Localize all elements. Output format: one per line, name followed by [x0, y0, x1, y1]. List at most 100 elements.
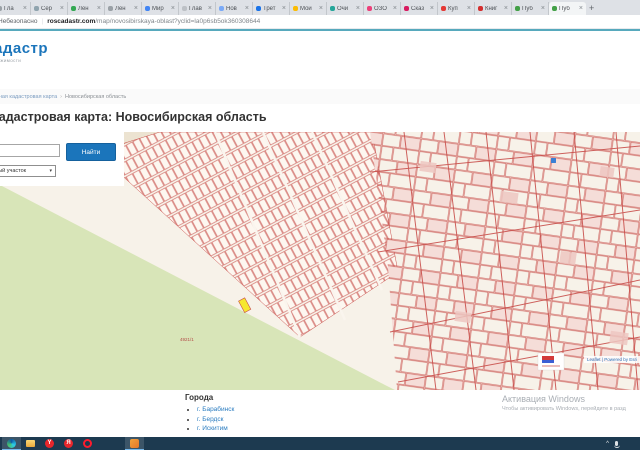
site-header: кадастр недвижимости — [0, 31, 640, 74]
microphone-icon[interactable] — [613, 441, 620, 448]
tab-close-icon[interactable]: × — [171, 5, 175, 12]
browser-tab[interactable]: Пуб × — [549, 2, 586, 15]
browser-tab[interactable]: Трет × — [253, 2, 290, 15]
tab-close-icon[interactable]: × — [356, 5, 360, 12]
search-button[interactable]: Найти — [66, 143, 116, 161]
tab-favicon — [108, 6, 113, 11]
tab-title: ОЗО — [374, 5, 387, 12]
cities-list: г. Барабинск г. Бердск г. Искитим — [185, 405, 234, 434]
tab-close-icon[interactable]: × — [134, 5, 138, 12]
browser-address-bar[interactable]: Небезопасно | roscadastr.com /map/novosi… — [0, 15, 640, 29]
tab-close-icon[interactable]: × — [430, 5, 434, 12]
tab-title: Куп — [448, 5, 458, 12]
tab-favicon — [0, 6, 2, 11]
tab-favicon — [330, 6, 335, 11]
tab-close-icon[interactable]: × — [208, 5, 212, 12]
windows-taskbar: Y Я ^ — [0, 437, 640, 450]
url-path: /map/novosibirskaya-oblast?yclid=la0p6sb… — [95, 18, 261, 25]
browser-tab[interactable]: Мир × — [142, 2, 179, 15]
photos-icon[interactable] — [125, 437, 144, 450]
tab-favicon — [515, 6, 520, 11]
field-parcel-label: 4921/1 — [180, 337, 194, 342]
tab-close-icon[interactable]: × — [579, 5, 583, 12]
tab-favicon — [478, 6, 483, 11]
tab-close-icon[interactable]: × — [245, 5, 249, 12]
urban-parcels-grid[interactable] — [370, 132, 640, 390]
tab-title: Пуб — [559, 5, 570, 12]
tab-favicon — [145, 6, 150, 11]
breadcrumb-separator-icon: › — [60, 93, 62, 100]
map-container[interactable]: 4921/1 ~ Найти Земельный участок ▾ Leafl… — [0, 132, 640, 390]
city-link[interactable]: г. Бердск — [197, 416, 223, 423]
show-hidden-icons-icon[interactable]: ^ — [606, 441, 609, 447]
map-attribution[interactable]: Leaflet | Powered by Esri — [584, 356, 640, 363]
tab-title: Гла — [4, 5, 14, 12]
tab-favicon — [293, 6, 298, 11]
watermark-title: Активация Windows — [502, 394, 585, 404]
browser-tab[interactable]: Очи × — [327, 2, 364, 15]
tab-favicon — [256, 6, 261, 11]
file-explorer-icon[interactable] — [21, 437, 40, 450]
security-status-label[interactable]: Небезопасно — [0, 18, 37, 25]
city-link[interactable]: г. Искитим — [197, 425, 228, 432]
tab-title: Трет — [263, 5, 276, 12]
breadcrumb-parent-link[interactable]: Публичная кадастровая карта — [0, 94, 57, 100]
browser-tab[interactable]: Лен × — [68, 2, 105, 15]
tab-close-icon[interactable]: × — [23, 5, 27, 12]
browser-tab[interactable]: Гла × — [0, 2, 31, 15]
tab-title: Сер — [41, 5, 53, 12]
tab-title: Очи — [337, 5, 349, 12]
search-input[interactable] — [0, 144, 60, 157]
tab-close-icon[interactable]: × — [97, 5, 101, 12]
browser-tab[interactable]: Глав × — [179, 2, 216, 15]
tab-close-icon[interactable]: × — [282, 5, 286, 12]
city-link[interactable]: г. Барабинск — [197, 406, 234, 413]
nav-tab-land-tax[interactable] — [0, 75, 12, 89]
tab-close-icon[interactable]: × — [393, 5, 397, 12]
title-row: Кадастровая карта: Новосибирская область — [0, 104, 640, 132]
tab-close-icon[interactable]: × — [541, 5, 545, 12]
poi-flag-card[interactable] — [537, 352, 565, 371]
poi-blue-marker[interactable] — [551, 158, 556, 163]
tab-title: Мои — [300, 5, 312, 12]
yandex-search-icon[interactable]: Y — [40, 437, 59, 450]
browser-tab[interactable]: Куп × — [438, 2, 475, 15]
site-nav — [0, 73, 640, 90]
tab-close-icon[interactable]: × — [60, 5, 64, 12]
tab-favicon — [404, 6, 409, 11]
yandex-browser-icon[interactable]: Я — [59, 437, 78, 450]
browser-tab[interactable]: Сказ × — [401, 2, 438, 15]
browser-tabs: Гла × Сер × Лен × Лен × Мир × Глав × Нов… — [0, 2, 586, 15]
edge-icon[interactable] — [2, 437, 21, 450]
tab-close-icon[interactable]: × — [319, 5, 323, 12]
cities-section: Города г. Барабинск г. Бердск г. Искитим — [185, 393, 234, 434]
parcel-type-select[interactable]: Земельный участок ▾ — [0, 165, 56, 177]
tab-favicon — [441, 6, 446, 11]
system-tray: ^ — [606, 437, 620, 450]
tab-close-icon[interactable]: × — [467, 5, 471, 12]
tab-favicon — [219, 6, 224, 11]
site-logo-subtext: недвижимости — [0, 58, 22, 63]
tab-favicon — [182, 6, 187, 11]
address-divider: | — [41, 18, 44, 25]
new-tab-button[interactable]: + — [589, 3, 594, 14]
tab-close-icon[interactable]: × — [504, 5, 508, 12]
windows-activation-watermark: Активация Windows Чтобы активировать Win… — [502, 394, 626, 412]
tab-title: Глав — [189, 5, 202, 12]
browser-tab[interactable]: Мои × — [290, 2, 327, 15]
browser-tab[interactable]: Лен × — [105, 2, 142, 15]
site-logo[interactable]: кадастр — [0, 40, 48, 57]
opera-icon[interactable] — [78, 437, 97, 450]
breadcrumb-current: Новосибирская область — [64, 93, 127, 100]
browser-tab[interactable]: Нов × — [216, 2, 253, 15]
city-list-item: г. Искитим — [197, 424, 234, 434]
tab-title: Мир — [152, 5, 164, 12]
breadcrumb: Публичная кадастровая карта › Новосибирс… — [0, 89, 640, 104]
browser-tab[interactable]: ОЗО × — [364, 2, 401, 15]
browser-tab[interactable]: Книг × — [475, 2, 512, 15]
browser-tab[interactable]: Сер × — [31, 2, 68, 15]
browser-tab[interactable]: Пуб × — [512, 2, 549, 15]
url-domain: roscadastr.com — [47, 18, 96, 25]
tab-favicon — [552, 6, 557, 11]
tab-title: Нов — [226, 5, 237, 12]
